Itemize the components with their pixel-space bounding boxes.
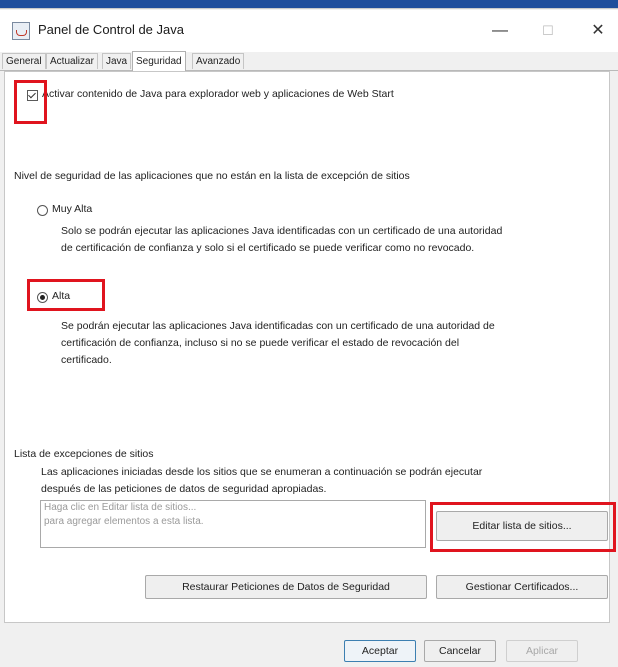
muy-alta-description-line-1: Solo se podrán ejecutar las aplicaciones… [61, 225, 503, 237]
checkbox-highlight [14, 80, 47, 124]
restore-prompts-button[interactable]: Restaurar Peticiones de Datos de Segurid… [145, 575, 427, 599]
tab-general[interactable]: General [2, 53, 46, 69]
tab-actualizar[interactable]: Actualizar [46, 53, 98, 69]
manage-certificates-button[interactable]: Gestionar Certificados... [436, 575, 608, 599]
exceptions-description-line-2: después de las peticiones de datos de se… [41, 483, 327, 495]
enable-java-label[interactable]: Activar contenido de Java para explorado… [42, 86, 394, 103]
cancel-button[interactable]: Cancelar [424, 640, 496, 662]
alta-description-line-2: certificación de confianza, incluso si n… [61, 337, 460, 349]
alta-description-line-1: Se podrán ejecutar las aplicaciones Java… [61, 320, 495, 332]
exceptions-heading: Lista de excepciones de sitios [14, 448, 154, 460]
window-title: Panel de Control de Java [38, 22, 184, 37]
minimize-button[interactable]: — [480, 14, 520, 48]
alta-description-line-3: certificado. [61, 354, 112, 366]
alta-highlight [27, 279, 105, 311]
exceptions-description-line-1: Las aplicaciones iniciadas desde los sit… [41, 466, 483, 478]
tab-java[interactable]: Java [102, 53, 132, 69]
edit-button-highlight [430, 502, 616, 552]
maximize-button[interactable]: ☐ [528, 14, 568, 48]
tab-seguridad[interactable]: Seguridad [132, 51, 186, 71]
java-cup-icon [12, 22, 30, 40]
radio-muy-alta-label[interactable]: Muy Alta [52, 201, 92, 218]
close-button[interactable]: ✕ [578, 14, 618, 48]
radio-muy-alta[interactable] [37, 205, 48, 216]
list-placeholder-line-2: para agregar elementos a esta lista. [44, 516, 204, 527]
security-level-heading: Nivel de seguridad de las aplicaciones q… [14, 170, 410, 182]
list-placeholder-line-1: Haga clic en Editar lista de sitios... [44, 502, 197, 513]
accept-button[interactable]: Aceptar [344, 640, 416, 662]
muy-alta-description-line-2: de certificación de confianza y solo si … [61, 242, 475, 254]
apply-button[interactable]: Aplicar [506, 640, 578, 662]
tab-avanzado[interactable]: Avanzado [192, 53, 245, 69]
